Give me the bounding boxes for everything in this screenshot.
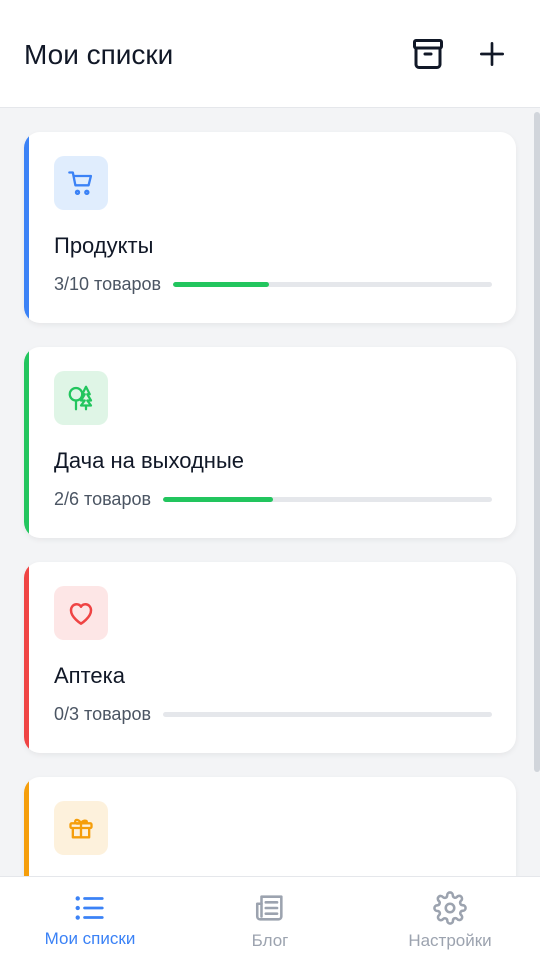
progress-row: 3/10 товаров bbox=[54, 274, 492, 295]
card-accent-bar bbox=[24, 132, 29, 323]
item-count: 2/6 товаров bbox=[54, 489, 152, 509]
list-title: Аптека bbox=[54, 663, 125, 688]
list-icon bbox=[75, 895, 104, 920]
card-icon-box bbox=[54, 371, 108, 425]
nav-blog[interactable]: Блог bbox=[180, 877, 360, 960]
card-icon-box bbox=[54, 586, 108, 640]
list-card-products[interactable]: Продукты 3/10 товаров bbox=[24, 132, 516, 323]
list-card-pharmacy[interactable]: Аптека 0/3 товаров bbox=[24, 562, 516, 753]
item-count: 0/3 товаров bbox=[54, 704, 152, 724]
gear-icon bbox=[433, 890, 467, 925]
nav-label: Настройки bbox=[408, 930, 492, 950]
add-list-button[interactable] bbox=[468, 30, 516, 78]
card-accent-bar bbox=[24, 347, 29, 538]
heart-icon bbox=[69, 603, 93, 625]
archive-button[interactable] bbox=[404, 30, 452, 78]
app-header: Мои списки bbox=[0, 0, 540, 108]
app-screen: Мои списки Продукты 3/10 товаров Дача на… bbox=[0, 0, 540, 960]
card-accent-bar bbox=[24, 562, 29, 753]
progress-row: 2/6 товаров bbox=[54, 489, 492, 510]
bottom-navigation: Мои списки Блог Настройки bbox=[0, 876, 540, 960]
gift-icon bbox=[69, 818, 93, 839]
progress-fill bbox=[173, 282, 269, 287]
progress-bar bbox=[163, 712, 492, 717]
list-title: Дача на выходные bbox=[54, 448, 244, 473]
page-title: Мои списки bbox=[24, 38, 174, 70]
progress-bar bbox=[163, 497, 492, 502]
scrollbar[interactable] bbox=[534, 112, 540, 772]
item-count: 3/10 товаров bbox=[54, 274, 162, 294]
progress-fill bbox=[163, 497, 273, 502]
progress-row: 0/3 товаров bbox=[54, 704, 492, 725]
lists-container[interactable]: Продукты 3/10 товаров Дача на выходные 2… bbox=[0, 108, 540, 876]
list-card-dacha[interactable]: Дача на выходные 2/6 товаров bbox=[24, 347, 516, 538]
nav-settings[interactable]: Настройки bbox=[360, 877, 540, 960]
card-icon-box bbox=[54, 156, 108, 210]
plus-icon bbox=[480, 41, 504, 66]
list-card-gifts[interactable] bbox=[24, 777, 516, 876]
list-title: Продукты bbox=[54, 233, 154, 258]
archive-icon bbox=[413, 38, 443, 69]
card-accent-bar bbox=[24, 777, 29, 876]
newspaper-icon bbox=[255, 894, 283, 921]
trees-icon bbox=[68, 385, 93, 411]
nav-label: Мои списки bbox=[44, 928, 136, 948]
progress-bar bbox=[173, 282, 492, 287]
nav-label: Блог bbox=[251, 930, 289, 950]
nav-my-lists[interactable]: Мои списки bbox=[0, 877, 180, 960]
shopping-cart-icon bbox=[68, 171, 93, 196]
card-icon-box bbox=[54, 801, 108, 855]
